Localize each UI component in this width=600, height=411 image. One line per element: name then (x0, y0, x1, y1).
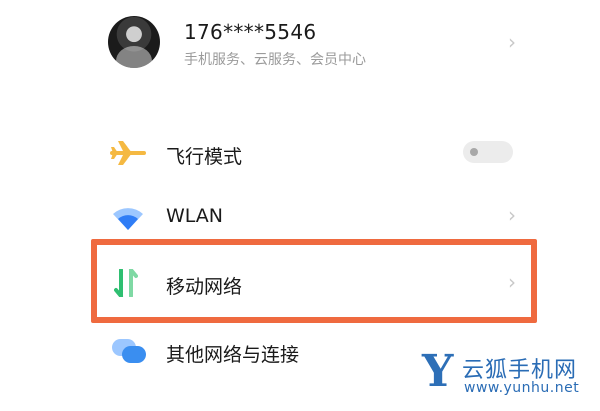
toggle-knob (470, 148, 478, 156)
watermark: Y 云狐手机网 www.yunhu.net (422, 348, 600, 408)
highlight-box (91, 239, 537, 323)
account-subtitle: 手机服务、云服务、会员中心 (184, 52, 366, 68)
wifi-icon (113, 208, 143, 230)
account-name: 176****5546 (184, 20, 317, 44)
airplane-mode-label: 飞行模式 (166, 146, 243, 168)
airplane-mode-row[interactable]: 飞行模式 (0, 122, 600, 186)
account-row[interactable]: 176****5546 手机服务、云服务、会员中心 › (0, 0, 600, 92)
avatar[interactable] (108, 16, 160, 68)
watermark-url: www.yunhu.net (464, 380, 580, 396)
airplane-mode-toggle[interactable] (463, 141, 513, 163)
wlan-label: WLAN (166, 205, 224, 227)
settings-page: 176****5546 手机服务、云服务、会员中心 › 飞行模式 WLAN › (0, 0, 600, 411)
watermark-logo: Y (422, 346, 454, 397)
airplane-icon (110, 141, 146, 165)
connections-icon (112, 339, 146, 363)
chevron-right-icon: › (508, 203, 516, 227)
other-connections-label: 其他网络与连接 (166, 344, 300, 366)
chevron-right-icon: › (508, 30, 516, 54)
